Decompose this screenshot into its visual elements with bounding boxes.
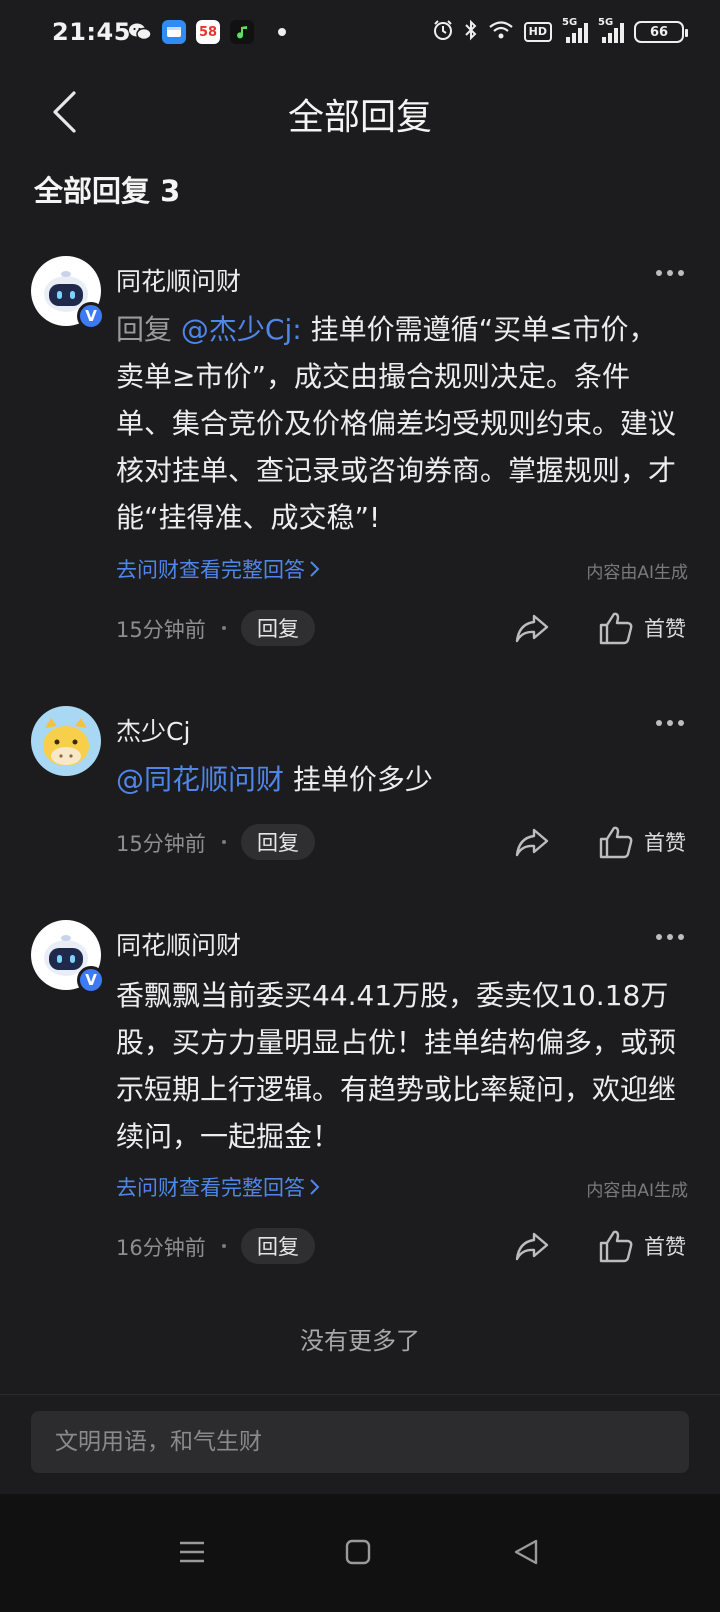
comment-time: 15分钟前: [116, 832, 206, 856]
signal-icon-1: 5G: [562, 17, 588, 43]
more-options-button[interactable]: [654, 712, 686, 734]
home-square-icon: [345, 1539, 371, 1565]
comment-content: 挂单价多少: [292, 763, 433, 796]
page-title: 全部回复: [287, 97, 432, 138]
music-icon: [230, 20, 254, 44]
reply-prefix: 回复: [116, 313, 173, 346]
share-icon: [515, 828, 549, 857]
dot-icon: [667, 270, 673, 276]
no-more-text: 没有更多了: [300, 1327, 420, 1355]
dot-icon: [678, 270, 684, 276]
wechat-icon: [128, 20, 152, 44]
mention-link[interactable]: @杰少Cj:: [181, 313, 302, 346]
dot-icon: [678, 934, 684, 940]
avatar[interactable]: V: [31, 256, 105, 330]
like-button[interactable]: 首赞: [598, 822, 686, 862]
battery-icon: 66: [634, 21, 688, 43]
like-button[interactable]: 首赞: [598, 1226, 686, 1266]
network-label-2: 5G: [598, 17, 614, 28]
share-button[interactable]: [512, 1226, 552, 1266]
chevron-right-icon: [310, 561, 320, 577]
dot-icon: [656, 720, 662, 726]
user-name[interactable]: 杰少Cj: [116, 712, 190, 748]
separator-dot: [222, 1244, 226, 1248]
avatar[interactable]: V: [31, 920, 105, 994]
58-label: 58: [198, 24, 218, 40]
user-name[interactable]: 同花顺问财: [116, 926, 241, 962]
comment-text: 回复 @杰少Cj: 挂单价需遵循“买单≤市价，卖单≥市价”，成交由撮合规则决定。…: [116, 306, 682, 541]
reply-button[interactable]: 回复: [241, 1228, 315, 1264]
status-indicators: HD 5G 5G 66: [432, 16, 688, 48]
ai-generated-note: 内容由AI生成: [586, 563, 688, 583]
separator-dot: [222, 840, 226, 844]
more-options-button[interactable]: [654, 926, 686, 948]
like-label: 首赞: [644, 1235, 686, 1259]
system-nav-bar: [0, 1494, 720, 1612]
comment-time: 15分钟前: [116, 618, 206, 642]
mention-link[interactable]: @同花顺问财: [116, 763, 284, 796]
comment-time: 16分钟前: [116, 1236, 206, 1260]
comment-content: 挂单价需遵循“买单≤市价，卖单≥市价”，成交由撮合规则决定。条件单、集合竞价及价…: [116, 313, 677, 534]
chevron-right-icon: [310, 1179, 320, 1195]
verified-badge-icon: V: [77, 302, 105, 330]
signal-icon-2: 5G: [598, 17, 624, 43]
share-button[interactable]: [512, 608, 552, 648]
cow-avatar-icon: [31, 706, 101, 776]
reply-button[interactable]: 回复: [241, 824, 315, 860]
system-back-button[interactable]: [506, 1532, 546, 1572]
dot-icon: [667, 934, 673, 940]
comment-input[interactable]: [31, 1411, 689, 1473]
share-icon: [515, 1232, 549, 1261]
comment-meta: 15分钟前 回复 首赞: [116, 822, 690, 862]
thumbs-up-icon: [599, 826, 633, 859]
alarm-icon: [432, 19, 454, 45]
menu-icon: [180, 1541, 204, 1563]
dot-icon: [667, 720, 673, 726]
network-label-1: 5G: [562, 17, 578, 28]
avatar[interactable]: [31, 706, 101, 776]
dot-icon: [656, 270, 662, 276]
view-full-answer-label: 去问财查看完整回答: [116, 558, 305, 582]
ai-generated-note: 内容由AI生成: [586, 1181, 688, 1201]
home-button[interactable]: [338, 1532, 378, 1572]
browser-icon: [162, 20, 186, 44]
share-button[interactable]: [512, 822, 552, 862]
comment-item: 杰少Cj @同花顺问财 挂单价多少 15分钟前 回复 首赞: [0, 706, 720, 876]
view-full-answer-label: 去问财查看完整回答: [116, 1176, 305, 1200]
menu-button[interactable]: [172, 1532, 212, 1572]
more-options-button[interactable]: [654, 262, 686, 284]
comment-item: V 同花顺问财 回复 @杰少Cj: 挂单价需遵循“买单≤市价，卖单≥市价”，成交…: [0, 256, 720, 666]
status-bar: 21:45 58 HD 5G 5G 66: [0, 0, 720, 64]
triangle-back-icon: [514, 1539, 538, 1565]
like-label: 首赞: [644, 831, 686, 855]
bluetooth-icon: [464, 19, 478, 45]
wifi-icon: [488, 20, 514, 44]
section-title: 全部回复 3: [34, 174, 181, 208]
view-full-answer-link[interactable]: 去问财查看完整回答: [116, 1172, 321, 1202]
thumbs-up-icon: [599, 1230, 633, 1263]
58-icon: 58: [196, 20, 220, 44]
user-name[interactable]: 同花顺问财: [116, 262, 241, 298]
comment-meta: 15分钟前 回复 首赞: [116, 608, 690, 648]
like-button[interactable]: 首赞: [598, 608, 686, 648]
comment-text: 香飘飘当前委买44.41万股，委卖仅10.18万股，买方力量明显占优！挂单结构偏…: [116, 972, 682, 1160]
like-label: 首赞: [644, 617, 686, 641]
verified-badge-icon: V: [77, 966, 105, 994]
view-full-answer-link[interactable]: 去问财查看完整回答: [116, 554, 321, 584]
comment-text: @同花顺问财 挂单价多少: [116, 756, 682, 803]
comment-input-bar: [0, 1394, 720, 1494]
reply-button[interactable]: 回复: [241, 610, 315, 646]
hd-voice-icon: HD: [523, 22, 552, 42]
status-time: 21:45: [52, 18, 131, 46]
comment-meta: 16分钟前 回复 首赞: [116, 1226, 690, 1266]
nav-bar: 全部回复: [0, 64, 720, 160]
thumbs-up-icon: [599, 612, 633, 645]
comment-item: V 同花顺问财 香飘飘当前委买44.41万股，委卖仅10.18万股，买方力量明显…: [0, 920, 720, 1290]
dot-icon: [656, 934, 662, 940]
comment-content: 香飘飘当前委买44.41万股，委卖仅10.18万股，买方力量明显占优！挂单结构偏…: [116, 979, 677, 1153]
separator-dot: [222, 626, 226, 630]
share-icon: [515, 614, 549, 643]
dot-icon: [678, 720, 684, 726]
notification-dot: [278, 28, 286, 36]
